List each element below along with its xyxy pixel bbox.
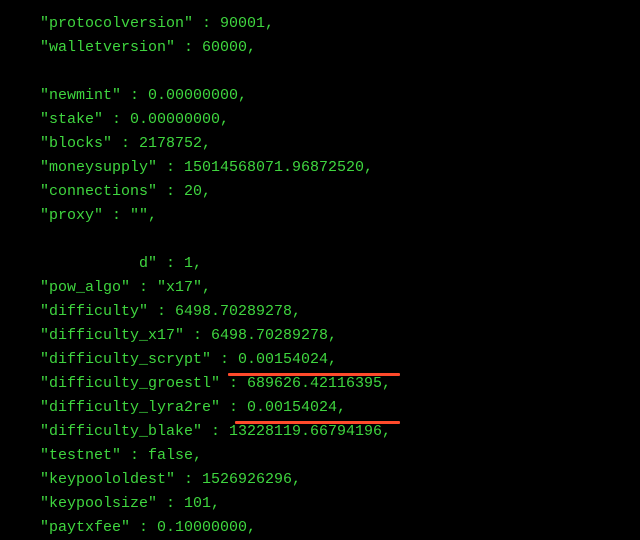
json-line-pow-algo: "pow_algo" : "x17", [40, 276, 640, 300]
json-line-difficulty: "difficulty" : 6498.70289278, [40, 300, 640, 324]
json-line-blocks: "blocks" : 2178752, [40, 132, 640, 156]
highlight-underline [235, 421, 400, 424]
json-line-testnet: "testnet" : false, [40, 444, 640, 468]
json-line-difficulty-lyra2re: "difficulty_lyra2re" : 0.00154024, [40, 396, 640, 420]
json-line-difficulty-x17: "difficulty_x17" : 6498.70289278, [40, 324, 640, 348]
highlight-underline [228, 373, 400, 376]
json-line-stake: "stake" : 0.00000000, [40, 108, 640, 132]
json-line-keypoololdest: "keypoololdest" : 1526926296, [40, 468, 640, 492]
json-line-difficulty-scrypt: "difficulty_scrypt" : 0.00154024, [40, 348, 640, 372]
json-line-newmint: "newmint" : 0.00000000, [40, 84, 640, 108]
json-line-keypoolsize: "keypoolsize" : 101, [40, 492, 640, 516]
json-line-proxy: "proxy" : "", [40, 204, 640, 228]
json-line-connections: "connections" : 20, [40, 180, 640, 204]
redaction-block [40, 60, 160, 84]
json-line-walletversion: "walletversion" : 60000, [40, 36, 640, 60]
json-line-protocolversion: "protocolversion" : 90001, [40, 12, 640, 36]
json-line-redacted [40, 228, 640, 252]
json-line-moneysupply: "moneysupply" : 15014568071.96872520, [40, 156, 640, 180]
redaction-block [40, 252, 140, 276]
json-line-paytxfee: "paytxfee" : 0.10000000, [40, 516, 640, 540]
